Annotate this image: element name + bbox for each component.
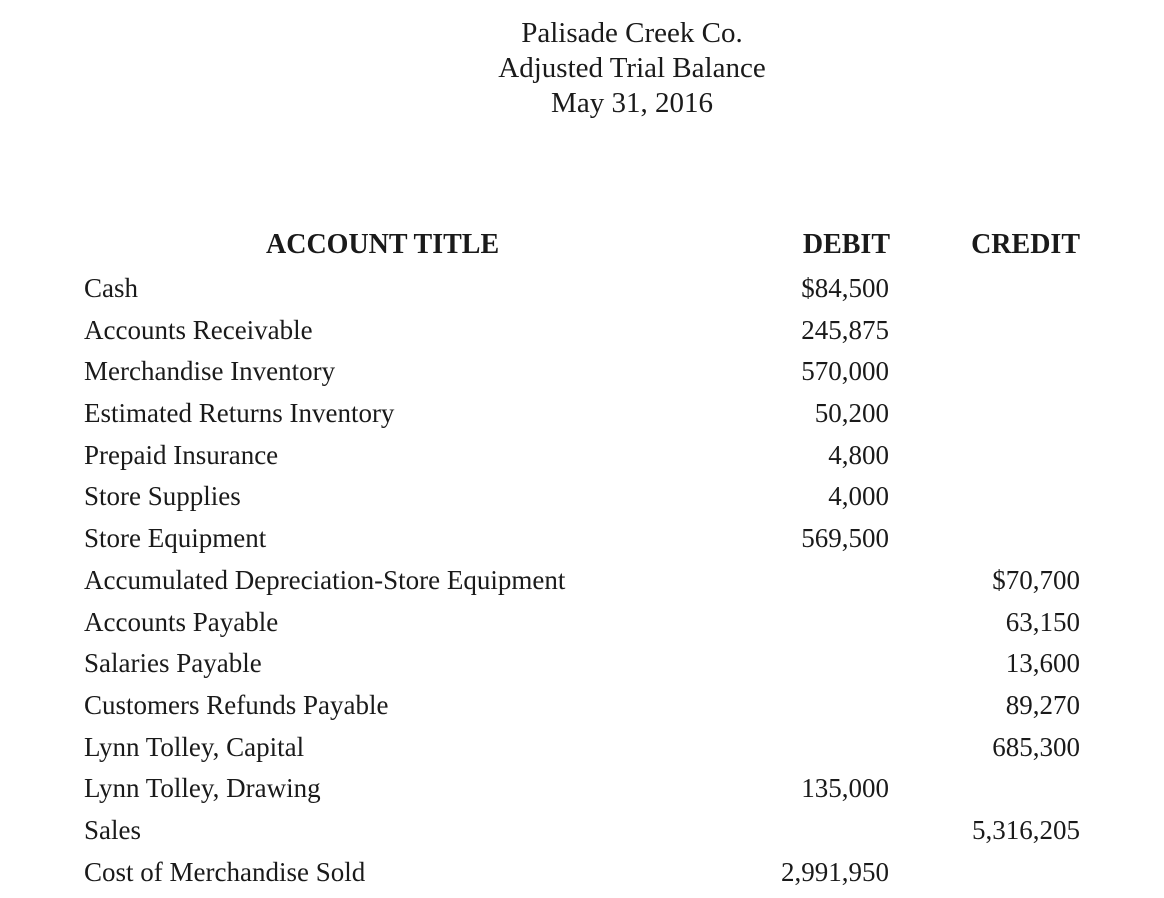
statement-title: Adjusted Trial Balance bbox=[498, 52, 766, 84]
account-title: Sales bbox=[84, 814, 141, 845]
table-row: Sales 5,316,205 bbox=[0, 810, 1164, 852]
credit-amount: $70,700 bbox=[992, 564, 1080, 595]
account-title: Cost of Merchandise Sold bbox=[84, 856, 366, 887]
table-row: Customers Refunds Payable 89,270 bbox=[0, 685, 1164, 727]
table-row: Merchandise Inventory 570,000 bbox=[0, 351, 1164, 393]
account-title: Customers Refunds Payable bbox=[84, 689, 389, 720]
credit-amount: 685,300 bbox=[992, 731, 1080, 762]
table-row: Store Supplies 4,000 bbox=[0, 476, 1164, 518]
debit-amount: 2,991,950 bbox=[781, 856, 889, 887]
debit-amount: 135,000 bbox=[801, 773, 889, 804]
statement-header: Palisade Creek Co. Adjusted Trial Balanc… bbox=[0, 16, 1164, 121]
account-title: Accounts Receivable bbox=[84, 314, 313, 345]
table-row: Estimated Returns Inventory 50,200 bbox=[0, 393, 1164, 435]
credit-amount: 5,316,205 bbox=[972, 814, 1080, 845]
debit-amount: 50,200 bbox=[814, 398, 889, 429]
credit-amount: 89,270 bbox=[1005, 689, 1080, 720]
table-row: Accounts Payable 63,150 bbox=[0, 602, 1164, 644]
trial-balance-table: Cash $84,500 Accounts Receivable 245,875… bbox=[0, 268, 1164, 893]
account-title: Estimated Returns Inventory bbox=[84, 398, 395, 429]
account-title: Accounts Payable bbox=[84, 606, 279, 637]
account-title: Store Supplies bbox=[84, 481, 241, 512]
debit-column-header: DEBIT bbox=[802, 229, 890, 260]
table-row: Accumulated Depreciation-Store Equipment… bbox=[0, 560, 1164, 602]
table-row: Lynn Tolley, Drawing 135,000 bbox=[0, 768, 1164, 810]
table-row: Lynn Tolley, Capital 685,300 bbox=[0, 727, 1164, 769]
account-title: Lynn Tolley, Capital bbox=[84, 731, 305, 762]
debit-amount: 4,800 bbox=[828, 439, 889, 470]
table-row: Prepaid Insurance 4,800 bbox=[0, 435, 1164, 477]
debit-amount: 570,000 bbox=[801, 356, 889, 387]
account-title: Store Equipment bbox=[84, 523, 267, 554]
debit-amount: $84,500 bbox=[801, 273, 889, 303]
account-title: Prepaid Insurance bbox=[84, 439, 279, 470]
debit-amount: 4,000 bbox=[828, 481, 889, 512]
account-title: Salaries Payable bbox=[84, 648, 262, 679]
account-title: Merchandise Inventory bbox=[84, 356, 336, 387]
account-title-column-header: ACCOUNT TITLE bbox=[266, 229, 500, 260]
table-row: Cash $84,500 bbox=[0, 268, 1164, 310]
table-row: Accounts Receivable 245,875 bbox=[0, 310, 1164, 352]
account-title: Lynn Tolley, Drawing bbox=[84, 773, 321, 804]
account-title: Cash bbox=[84, 273, 138, 303]
account-title: Accumulated Depreciation-Store Equipment bbox=[84, 564, 566, 595]
debit-amount: 569,500 bbox=[801, 523, 889, 554]
debit-amount: 245,875 bbox=[801, 314, 889, 345]
table-row: Cost of Merchandise Sold 2,991,950 bbox=[0, 852, 1164, 894]
company-name: Palisade Creek Co. bbox=[521, 17, 743, 49]
credit-amount: 63,150 bbox=[1005, 606, 1080, 637]
table-row: Store Equipment 569,500 bbox=[0, 518, 1164, 560]
credit-column-header: CREDIT bbox=[971, 229, 1080, 260]
table-row: Salaries Payable 13,600 bbox=[0, 643, 1164, 685]
statement-date: May 31, 2016 bbox=[551, 87, 713, 119]
credit-amount: 13,600 bbox=[1005, 648, 1080, 679]
